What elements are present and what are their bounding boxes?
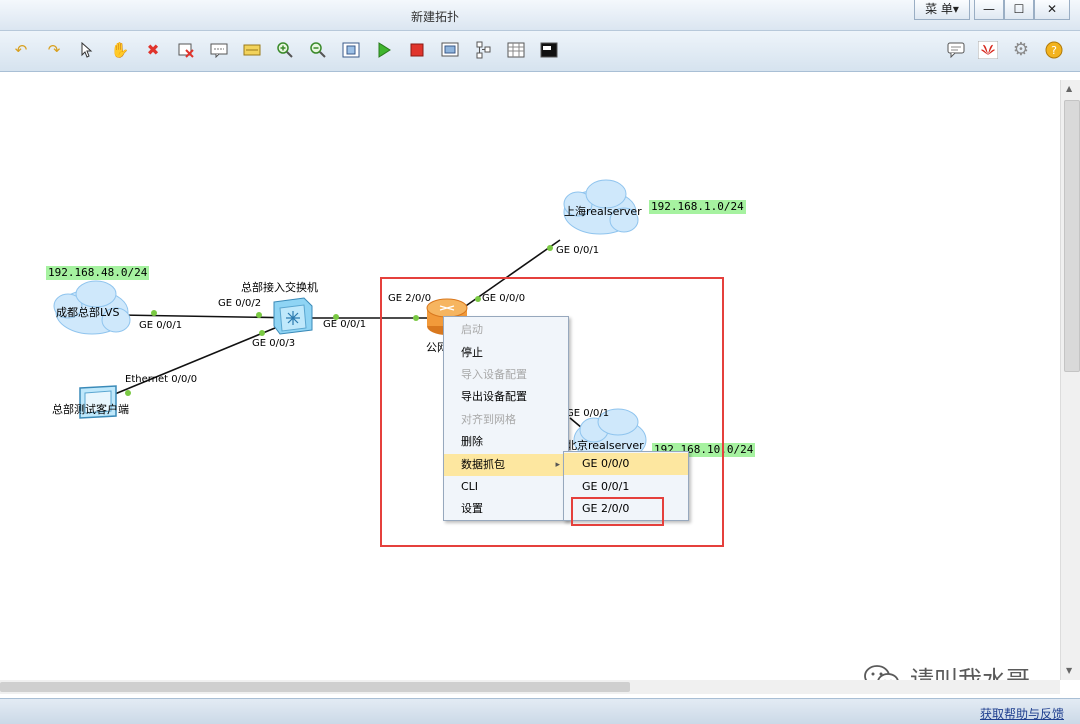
- switch-icon: [273, 297, 313, 335]
- scroll-down-icon[interactable]: ▼: [1066, 666, 1072, 675]
- help-feedback-link[interactable]: 获取帮助与反馈: [980, 705, 1064, 722]
- feedback-icon[interactable]: [945, 39, 967, 61]
- redo-icon[interactable]: ↷: [43, 39, 65, 61]
- title-bar: 新建拓扑 菜 单▾ — ☐ ✕: [0, 0, 1080, 31]
- menu-item-export-config[interactable]: 导出设备配置: [444, 386, 568, 408]
- delete-link-icon[interactable]: [175, 39, 197, 61]
- port-label: GE 0/0/1: [139, 320, 183, 331]
- fit-icon[interactable]: [340, 39, 362, 61]
- help-icon[interactable]: ?: [1043, 39, 1065, 61]
- port-label: GE 0/0/3: [252, 338, 296, 349]
- port-label: Ethernet 0/0/0: [125, 374, 198, 385]
- menu-item-settings[interactable]: 设置: [444, 498, 568, 520]
- menu-item-align-grid: 对齐到网格: [461, 413, 516, 426]
- vertical-scrollbar[interactable]: ▲ ▼: [1060, 80, 1080, 680]
- stop-icon[interactable]: [406, 39, 428, 61]
- horizontal-scroll-thumb[interactable]: [0, 682, 630, 692]
- menu-item-cli[interactable]: CLI: [444, 476, 568, 498]
- svg-text:?: ?: [1051, 44, 1057, 57]
- capture-icon[interactable]: [439, 39, 461, 61]
- menu-item-import-config: 导入设备配置: [461, 368, 527, 381]
- close-button[interactable]: ✕: [1034, 0, 1070, 20]
- delete-icon[interactable]: ✖: [142, 39, 164, 61]
- toolbar: ↶ ↷ ✋ ✖ ⚙ ?: [0, 31, 1080, 72]
- scroll-up-icon[interactable]: ▲: [1066, 84, 1072, 93]
- settings-icon[interactable]: ⚙: [1010, 39, 1032, 61]
- grid-icon[interactable]: [505, 39, 527, 61]
- submenu-arrow-icon: ▸: [555, 460, 560, 470]
- network-label-shanghai: 192.168.1.0/24: [649, 200, 746, 214]
- annotation-box-ge200: [571, 497, 664, 526]
- vertical-scroll-thumb[interactable]: [1064, 100, 1080, 372]
- device-label-chengdu[interactable]: 成都总部LVS: [56, 304, 119, 320]
- text-icon[interactable]: [208, 39, 230, 61]
- topology-icon[interactable]: [472, 39, 494, 61]
- wechat-icon: [864, 664, 899, 680]
- minimize-button[interactable]: —: [974, 0, 1004, 20]
- submenu-item-ge001[interactable]: GE 0/0/1: [564, 476, 688, 498]
- undo-icon[interactable]: ↶: [10, 39, 32, 61]
- context-menu: 启动 停止 导入设备配置 导出设备配置 对齐到网格 删除 数据抓包 ▸ CLI …: [443, 316, 569, 521]
- menu-item-start: 启动: [461, 323, 483, 336]
- horizontal-scrollbar[interactable]: [0, 680, 1060, 694]
- link-client-switch: [109, 327, 276, 397]
- status-bar: 获取帮助与反馈: [0, 698, 1080, 724]
- submenu-item-ge000[interactable]: GE 0/0/0: [564, 453, 688, 475]
- zoom-in-icon[interactable]: [274, 39, 296, 61]
- port-label: GE 0/0/2: [218, 298, 262, 309]
- watermark-text: 请叫我水哥: [910, 666, 1030, 680]
- port-label: GE 0/0/1: [323, 319, 367, 330]
- menu-button[interactable]: 菜 单▾: [914, 0, 970, 20]
- menu-item-capture-label: 数据抓包: [461, 458, 505, 471]
- network-label-chengdu: 192.168.48.0/24: [46, 266, 150, 280]
- port-label: GE 0/0/1: [556, 245, 600, 256]
- device-label-shanghai[interactable]: 上海realserver: [564, 203, 642, 219]
- console-icon[interactable]: [538, 39, 560, 61]
- huawei-icon[interactable]: [977, 39, 999, 61]
- menu-item-stop[interactable]: 停止: [444, 342, 568, 364]
- hand-icon[interactable]: ✋: [109, 39, 131, 61]
- device-label-client[interactable]: 总部测试客户端: [52, 401, 129, 417]
- start-icon[interactable]: [373, 39, 395, 61]
- maximize-button[interactable]: ☐: [1004, 0, 1034, 20]
- menu-item-capture[interactable]: 数据抓包 ▸: [444, 454, 568, 476]
- menu-item-delete[interactable]: 删除: [444, 431, 568, 453]
- device-label-switch[interactable]: 总部接入交换机: [241, 279, 318, 295]
- window-title: 新建拓扑: [410, 10, 459, 24]
- link-chengdu-switch: [119, 314, 301, 319]
- palette-icon[interactable]: [241, 39, 263, 61]
- select-icon[interactable]: [76, 39, 98, 61]
- zoom-out-icon[interactable]: [307, 39, 329, 61]
- watermark: 请叫我水哥: [862, 660, 1030, 680]
